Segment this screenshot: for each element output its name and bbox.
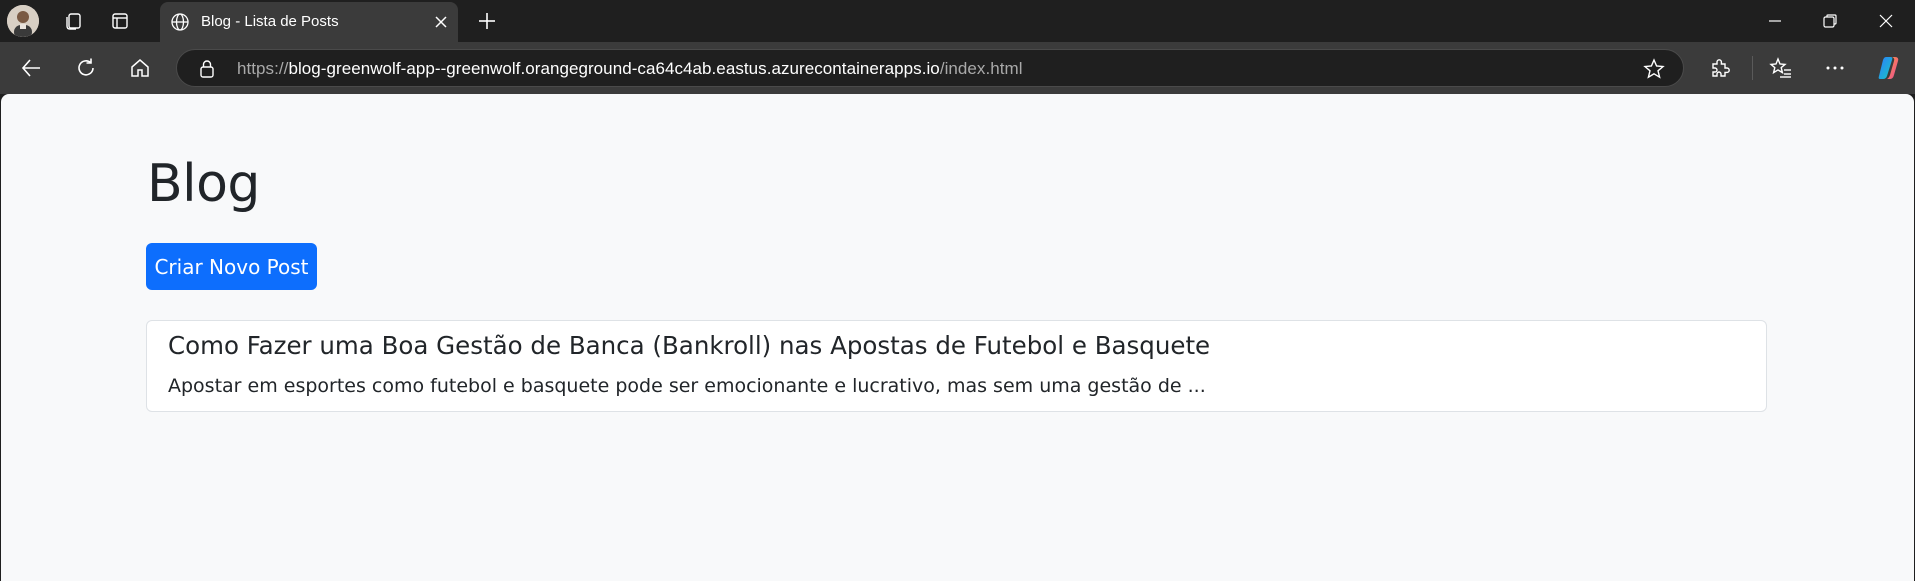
post-title[interactable]: Como Fazer uma Boa Gestão de Banca (Bank… — [168, 331, 1210, 360]
puzzle-icon[interactable] — [1703, 51, 1737, 85]
url-host: blog-greenwolf-app--greenwolf.orangegrou… — [288, 59, 940, 78]
more-dots-icon[interactable] — [1818, 51, 1852, 85]
url-path: /index.html — [939, 59, 1023, 78]
tab-actions-icon[interactable] — [103, 4, 137, 38]
profile-avatar[interactable] — [7, 5, 39, 37]
star-icon[interactable] — [1643, 58, 1665, 85]
page-title: Blog — [147, 154, 260, 214]
close-icon[interactable] — [430, 11, 452, 33]
tab-title: Blog - Lista de Posts — [201, 13, 339, 30]
post-card[interactable]: Como Fazer uma Boa Gestão de Banca (Bank… — [146, 320, 1767, 412]
toolbar-divider — [1752, 56, 1753, 80]
refresh-icon[interactable] — [69, 51, 103, 85]
plus-icon[interactable] — [470, 4, 504, 38]
url-scheme: https:// — [237, 59, 289, 78]
close-window-icon[interactable] — [1858, 0, 1914, 42]
minimize-icon[interactable] — [1747, 0, 1803, 42]
tab-active[interactable]: Blog - Lista de Posts — [160, 2, 458, 42]
address-bar[interactable]: https://blog-greenwolf-app--greenwolf.or… — [176, 49, 1684, 87]
lock-icon[interactable] — [199, 59, 215, 84]
home-icon[interactable] — [123, 51, 157, 85]
workspaces-icon[interactable] — [56, 4, 90, 38]
globe-icon — [170, 12, 190, 37]
back-arrow-icon[interactable] — [14, 51, 48, 85]
browser-titlebar: Blog - Lista de Posts — [0, 0, 1915, 42]
url-text[interactable]: https://blog-greenwolf-app--greenwolf.or… — [237, 59, 1023, 79]
page-viewport: Blog Criar Novo Post Como Fazer uma Boa … — [1, 94, 1914, 581]
restore-icon[interactable] — [1802, 0, 1858, 42]
favorites-list-icon[interactable] — [1764, 51, 1798, 85]
browser-toolbar: https://blog-greenwolf-app--greenwolf.or… — [0, 42, 1915, 94]
copilot-icon[interactable] — [1872, 51, 1906, 85]
new-post-button[interactable]: Criar Novo Post — [146, 243, 317, 290]
post-excerpt: Apostar em esportes como futebol e basqu… — [168, 375, 1206, 397]
